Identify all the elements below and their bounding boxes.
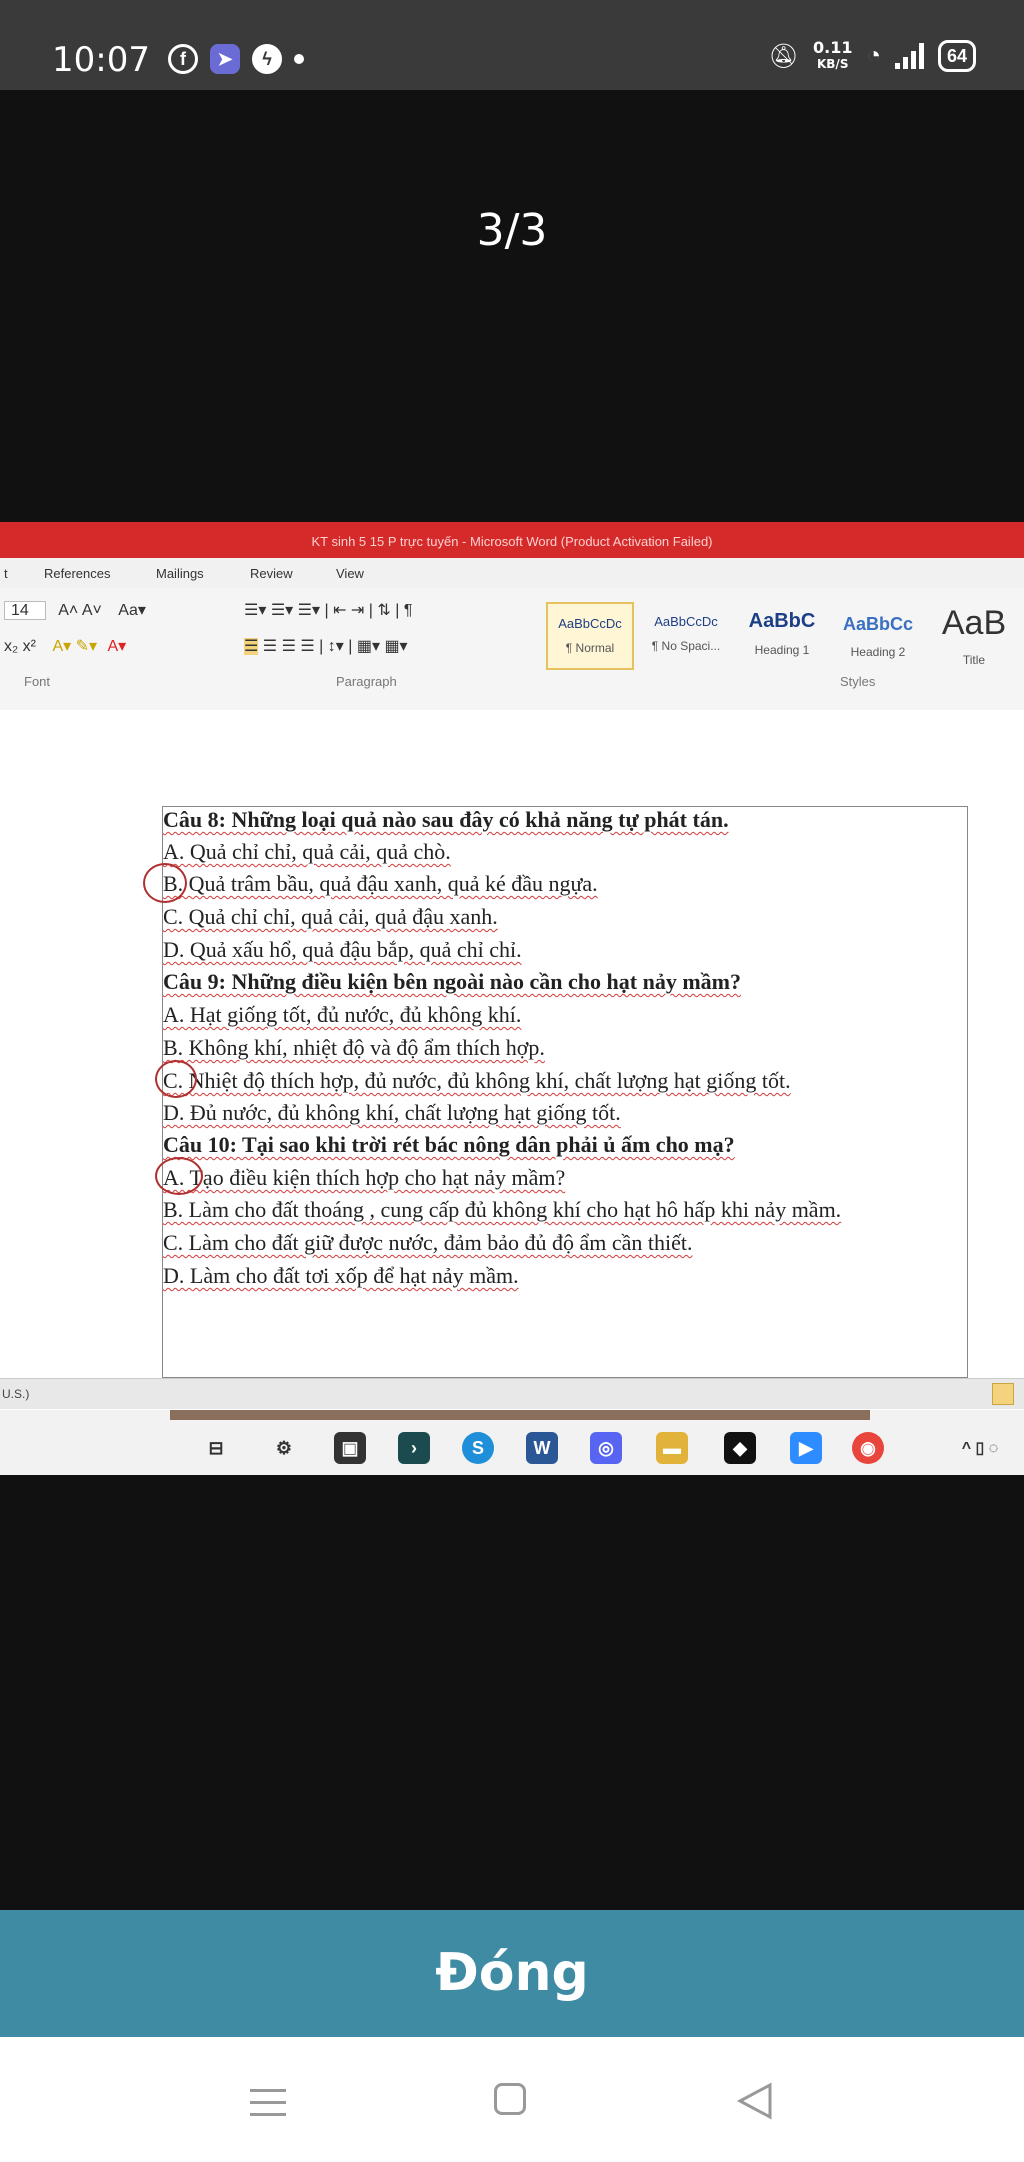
status-bar: 10:07 f ➤ ϟ 🔕︎ 0.11 KB/S ◔ 64 [0, 0, 1024, 90]
skype-icon[interactable]: S [462, 1432, 494, 1464]
language-status: U.S.) [2, 1387, 30, 1401]
tab-partial: t [4, 566, 8, 581]
answer-line: D. Đủ nước, đủ không khí, chất lượng hạt… [163, 1100, 621, 1125]
close-button[interactable]: Đóng [0, 1910, 1024, 2037]
settings-gear-icon[interactable]: ⚙ [268, 1432, 300, 1464]
answer-line: C. Nhiệt độ thích hợp, đủ nước, đủ không… [163, 1068, 791, 1093]
answer-line: A. Quả chỉ chỉ, quả cải, quả chò. [163, 839, 451, 864]
windows-taskbar: ⊟ ⚙ ▣ › S W ◎ ▬ ◆ ▶ ◉ ^ ▯ ◌ [0, 1410, 1024, 1475]
word-status-bar: U.S.) [0, 1378, 1024, 1409]
discord-icon[interactable]: ◎ [590, 1432, 622, 1464]
align-left-icon: ☰ [244, 638, 259, 655]
home-icon[interactable] [494, 2083, 526, 2115]
back-icon[interactable] [736, 2081, 776, 2121]
chrome-icon[interactable]: ◉ [852, 1432, 884, 1464]
zoom-icon[interactable]: ▶ [790, 1432, 822, 1464]
document-area: Câu 8: Những loại quả nào sau đây có khả… [0, 710, 1024, 1378]
view-mode-icon[interactable] [992, 1383, 1014, 1405]
game-icon[interactable]: ◆ [724, 1432, 756, 1464]
network-speed: 0.11 KB/S [812, 38, 853, 72]
ribbon-tabs: t References Mailings Review View [0, 558, 1024, 588]
answer-line: A. Tạo điều kiện thích hợp cho hạt nảy m… [163, 1165, 566, 1190]
document-page[interactable]: Câu 8: Những loại quả nào sau đây có khả… [143, 806, 968, 1378]
style-title[interactable]: AaB Title [930, 602, 1018, 670]
wifi-icon: ◔ [866, 42, 881, 69]
answer-circle-mark [155, 1060, 197, 1098]
app-arrow-icon[interactable]: › [398, 1432, 430, 1464]
style-heading-2[interactable]: AaBbCc Heading 2 [834, 602, 922, 670]
facebook-icon: f [168, 44, 198, 74]
answer-line: D. Quả xấu hổ, quả đậu bắp, quả chỉ chỉ. [163, 937, 522, 962]
notification-dot-icon [294, 54, 304, 64]
question-8: Câu 8: Những loại quả nào sau đây có khả… [163, 807, 729, 832]
align-icons: ☰ ☰ ☰ | ↕▾ | ▦▾ ▦▾ [262, 638, 408, 655]
style-heading-1[interactable]: AaBbC Heading 1 [738, 602, 826, 670]
store-icon[interactable]: ▣ [334, 1432, 366, 1464]
question-10: Câu 10: Tại sao khi trời rét bác nông dâ… [163, 1132, 735, 1157]
status-time: 10:07 [52, 40, 150, 80]
answer-line: A. Hạt giống tốt, đủ nước, đủ không khí. [163, 1002, 522, 1027]
change-case-icon: Aa▾ [118, 602, 146, 619]
subscript-icon: x₂ x² [4, 638, 36, 655]
app-icon: ➤ [210, 44, 240, 74]
answer-line: C. Làm cho đất giữ được nước, đảm bảo đủ… [163, 1230, 693, 1255]
tab-mailings: Mailings [156, 566, 204, 581]
font-size-box: 14 [4, 601, 46, 620]
word-icon[interactable]: W [526, 1432, 558, 1464]
answer-circle-mark [155, 1157, 203, 1195]
style-normal[interactable]: AaBbCcDc ¶ Normal [546, 602, 634, 670]
group-font-label: Font [24, 674, 51, 689]
style-no-spacing[interactable]: AaBbCcDc ¶ No Spaci... [642, 602, 730, 670]
question-9: Câu 9: Những điều kiện bên ngoài nào cần… [163, 969, 741, 994]
group-styles-label: Styles [840, 674, 876, 689]
answer-line: D. Làm cho đất tơi xốp để hạt nảy mầm. [163, 1263, 519, 1288]
answer-line: B. Làm cho đất thoáng , cung cấp đủ khôn… [163, 1197, 842, 1222]
grow-font-icon: A˄ A˅ [58, 602, 102, 619]
mute-icon: 🔕︎ [768, 42, 799, 70]
task-view-icon[interactable]: ⊟ [200, 1432, 232, 1464]
android-nav-bar [0, 2037, 1024, 2162]
bullets-icon: ☰▾ ☰▾ ☰▾ | ⇤ ⇥ | ⇅ | ¶ [244, 602, 413, 619]
battery-icon: 64 [937, 40, 976, 72]
group-paragraph-label: Paragraph [336, 674, 397, 689]
folder-icon[interactable]: ▬ [656, 1432, 688, 1464]
highlight-icon: A▾ ✎▾ [52, 638, 98, 655]
tray-icons[interactable]: ^ ▯ ◌ [940, 1432, 1020, 1464]
font-color-icon: A▾ [107, 638, 127, 655]
image-counter: 3/3 [476, 205, 548, 256]
tab-view: View [336, 566, 364, 581]
menu-icon[interactable] [250, 2089, 286, 2125]
word-screenshot: KT sinh 5 15 P trực tuyến - Microsoft Wo… [0, 522, 1024, 1475]
answer-line: C. Quả chỉ chỉ, quả cải, quả đậu xanh. [163, 904, 498, 929]
answer-circle-mark [143, 863, 187, 903]
word-title-bar: KT sinh 5 15 P trực tuyến - Microsoft Wo… [0, 522, 1024, 558]
messenger-icon: ϟ [252, 44, 282, 74]
signal-icon [894, 43, 924, 69]
tab-references: References [44, 566, 111, 581]
tab-review: Review [250, 566, 293, 581]
answer-line: B. Quả trâm bầu, quả đậu xanh, quả ké đầ… [163, 871, 598, 896]
answer-line: B. Không khí, nhiệt độ và độ ẩm thích hợ… [163, 1035, 545, 1060]
ribbon: 14 A˄ A˅ Aa▾ x₂ x² A▾ ✎▾ A▾ ☰▾ ☰▾ ☰▾ | ⇤… [0, 588, 1024, 712]
